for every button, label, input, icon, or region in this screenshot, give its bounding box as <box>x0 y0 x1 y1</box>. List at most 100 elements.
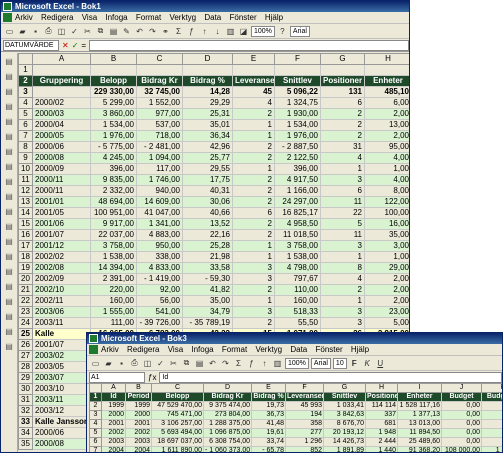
cell[interactable]: 2,00 <box>364 284 409 296</box>
cell[interactable]: 2 <box>232 229 275 241</box>
cell[interactable]: 33,74 <box>251 437 286 447</box>
cell[interactable]: 2,00 <box>364 295 409 307</box>
cell[interactable]: Gruppering <box>32 75 91 87</box>
outline-icon[interactable]: ▤ <box>2 327 16 337</box>
cell[interactable]: 4 <box>320 152 365 164</box>
cell[interactable]: 8,00 <box>364 185 409 197</box>
cell[interactable]: 108 000,00 <box>441 446 482 452</box>
cell[interactable]: 100,00 <box>364 207 409 219</box>
name-box[interactable]: DATUMVÄRDE <box>3 39 59 51</box>
menu-visa[interactable]: Visa <box>168 345 183 354</box>
row-header[interactable]: 34 <box>18 427 33 439</box>
row-header[interactable]: 1 <box>89 392 102 402</box>
cell[interactable]: 2003/12 <box>32 405 91 417</box>
row-header[interactable]: 3 <box>89 410 102 420</box>
cell[interactable]: 2003/05 <box>32 361 91 373</box>
cell[interactable]: 4 833,00 <box>136 262 183 274</box>
cell[interactable]: 3 860,00 <box>90 108 137 120</box>
cell[interactable]: 2001/06 <box>32 218 91 230</box>
cell[interactable]: 2000/09 <box>32 163 91 175</box>
cell[interactable]: - 2 887,50 <box>274 141 321 153</box>
autosum-icon[interactable]: Σ <box>233 358 244 369</box>
cell[interactable]: 40,31 <box>182 185 233 197</box>
font-select[interactable]: Arial <box>289 25 310 37</box>
outline-icon[interactable]: ▤ <box>2 147 16 157</box>
cell[interactable]: 0,00 <box>481 437 502 447</box>
cell[interactable]: 0,00 <box>481 419 502 429</box>
cell[interactable]: Budget % <box>481 392 502 402</box>
cell[interactable]: 40,66 <box>182 207 233 219</box>
undo-icon[interactable]: ↶ <box>134 26 145 37</box>
column-header-b[interactable]: B <box>125 383 152 393</box>
cell[interactable]: 23,00 <box>364 306 409 318</box>
cell[interactable]: 2003/11 <box>32 394 91 406</box>
outline-icon[interactable]: ▤ <box>2 192 16 202</box>
cell[interactable]: 11 894,50 <box>397 428 442 438</box>
cell[interactable]: 45 993 <box>285 401 324 411</box>
cell[interactable]: 2 <box>320 284 365 296</box>
cell[interactable]: 2004 <box>101 446 126 452</box>
cell[interactable]: 2 <box>232 317 275 329</box>
cell[interactable]: 337 <box>365 410 398 420</box>
cell[interactable]: 3,00 <box>364 240 409 252</box>
save-icon[interactable]: ▪ <box>116 358 127 369</box>
cell[interactable]: 1 <box>320 251 365 263</box>
cell[interactable]: 2001/12 <box>32 240 91 252</box>
cell[interactable]: Bidrag % <box>251 392 286 402</box>
cell[interactable]: 2001/07 <box>32 229 91 241</box>
cell[interactable]: 2003/02 <box>32 350 91 362</box>
row-header[interactable]: 30 <box>18 383 33 395</box>
cell[interactable]: 2 <box>320 108 365 120</box>
column-header-h[interactable]: H <box>364 53 409 65</box>
cell[interactable]: 518,33 <box>274 306 321 318</box>
outline-icon[interactable]: ▤ <box>2 102 16 112</box>
cell[interactable]: 3 <box>232 306 275 318</box>
row-header[interactable]: 21 <box>18 284 33 296</box>
cell[interactable]: Kalle Jansson <box>32 416 91 428</box>
row-header[interactable]: 3 <box>18 86 33 98</box>
cell[interactable]: 2002 <box>125 428 152 438</box>
outline-icon[interactable]: ▤ <box>2 282 16 292</box>
cell[interactable]: 13 013,00 <box>397 419 442 429</box>
row-header[interactable]: 29 <box>18 372 33 384</box>
row-header[interactable]: 11 <box>18 174 33 186</box>
select-all-corner[interactable] <box>89 383 102 393</box>
row-header[interactable]: 14 <box>18 207 33 219</box>
menu-infoga[interactable]: Infoga <box>191 345 213 354</box>
cell[interactable]: - 1 060 373,00 <box>203 446 252 452</box>
cell[interactable]: 2 <box>232 108 275 120</box>
row-header[interactable]: 6 <box>18 119 33 131</box>
cell[interactable]: 1 <box>232 240 275 252</box>
cell[interactable]: Snittlev <box>323 392 366 402</box>
cell[interactable]: 1 552,00 <box>136 97 183 109</box>
cell[interactable]: 2000/11 <box>32 185 91 197</box>
cell[interactable]: 2000 <box>125 410 152 420</box>
copy-icon[interactable]: ⧉ <box>181 358 192 369</box>
cell[interactable]: 48 694,00 <box>90 196 137 208</box>
row-header[interactable]: 35 <box>18 438 33 450</box>
cell[interactable]: Belopp <box>151 392 204 402</box>
cell[interactable]: 22 <box>320 207 365 219</box>
cell[interactable]: 396,00 <box>90 163 137 175</box>
cell[interactable]: 3 <box>232 262 275 274</box>
cell[interactable]: 4 958,50 <box>274 218 321 230</box>
underline-icon[interactable]: U <box>375 358 386 369</box>
cell[interactable]: 2002/08 <box>32 262 91 274</box>
cell[interactable]: 56,00 <box>136 295 183 307</box>
cell[interactable]: 194 <box>285 410 324 420</box>
cell[interactable] <box>320 64 365 76</box>
cell[interactable]: 2003/11 <box>32 317 91 329</box>
cell[interactable]: 9 375 474,00 <box>203 401 252 411</box>
cell[interactable]: 2,00 <box>364 130 409 142</box>
row-header[interactable]: 27 <box>18 350 33 362</box>
cell[interactable]: 1 <box>232 251 275 263</box>
new-icon[interactable]: ▭ <box>4 26 15 37</box>
column-header-c[interactable]: C <box>136 53 183 65</box>
cell[interactable]: 852 <box>285 446 324 452</box>
select-all-corner[interactable] <box>18 53 33 65</box>
cell[interactable]: 30,06 <box>182 196 233 208</box>
cell[interactable]: 1 976,00 <box>90 130 137 142</box>
cell[interactable]: 1 528 117,16 <box>397 401 442 411</box>
open-icon[interactable]: ▰ <box>17 26 28 37</box>
cell[interactable]: - 1 419,00 <box>136 273 183 285</box>
